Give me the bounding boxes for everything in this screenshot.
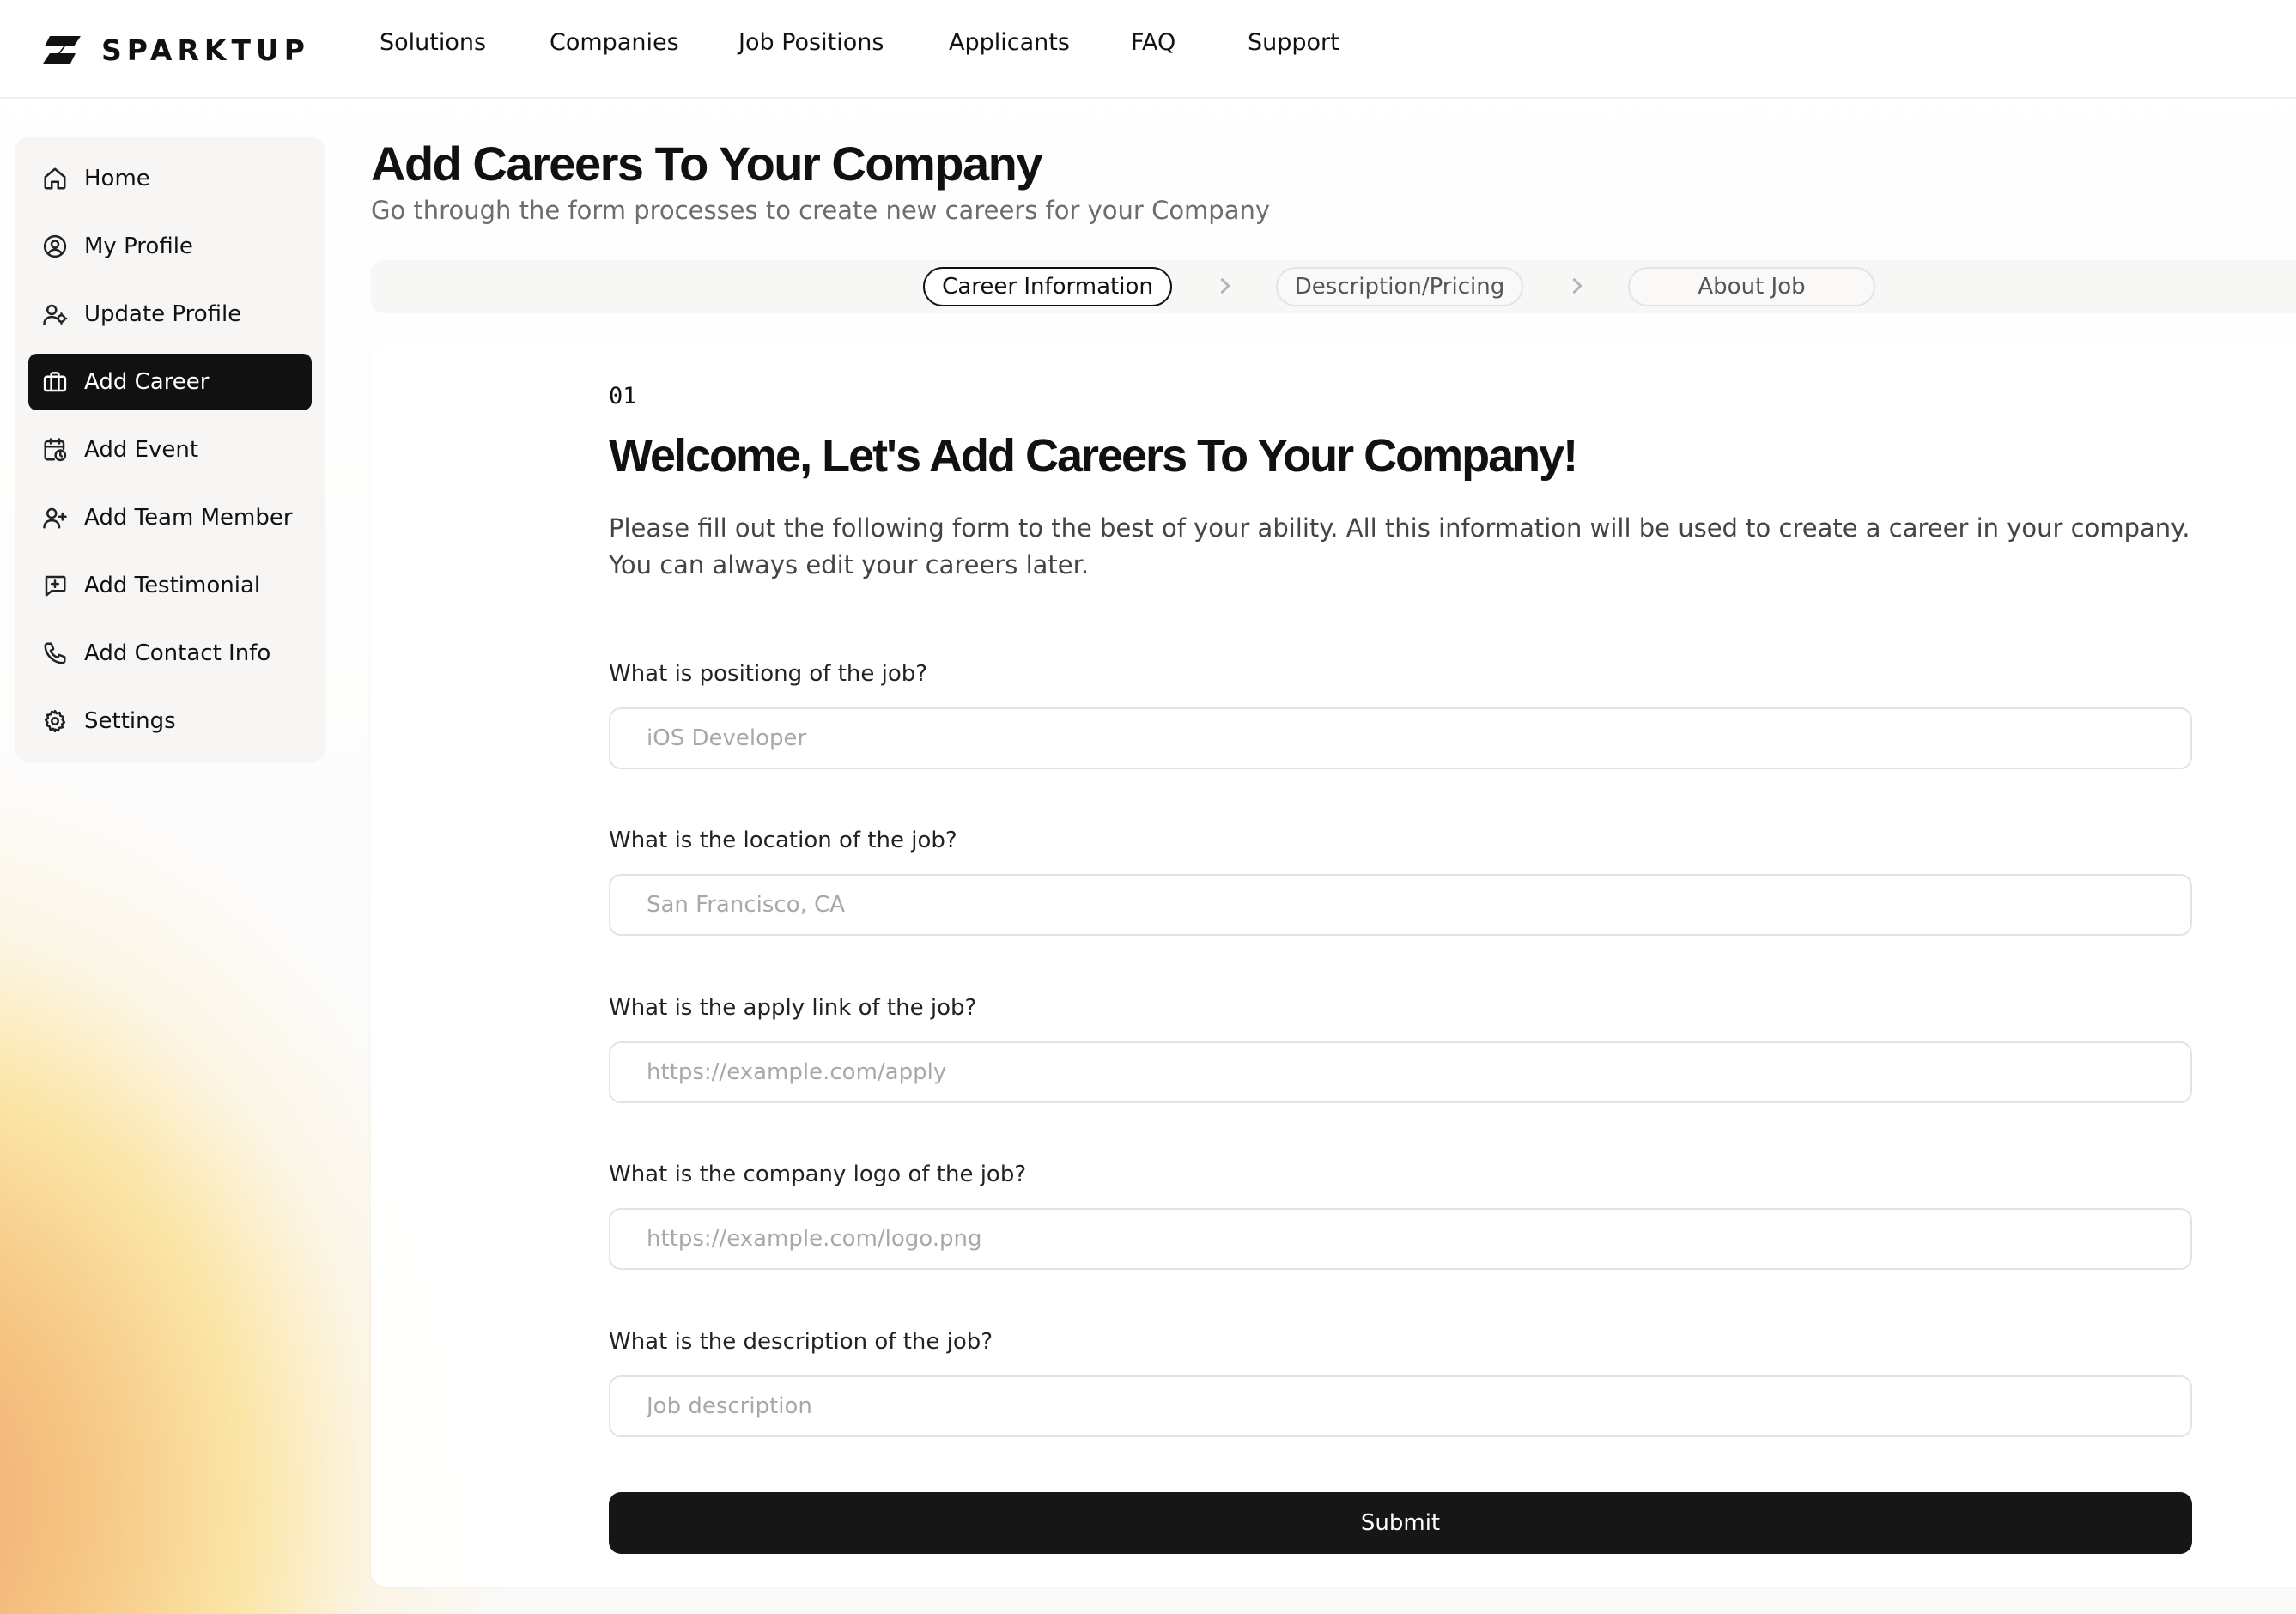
- sidebar-item-add-contact-info[interactable]: Add Contact Info: [28, 625, 312, 682]
- sidebar-item-label: Add Team Member: [84, 505, 293, 531]
- step-number: 01: [609, 383, 637, 410]
- nav-link-support[interactable]: Support: [1248, 29, 1339, 56]
- phone-icon: [41, 640, 69, 667]
- position-field[interactable]: [609, 707, 2192, 769]
- step-career-information[interactable]: Career Information: [923, 267, 1172, 306]
- position-field-label: What is positiong of the job?: [609, 661, 928, 687]
- nav-link-companies[interactable]: Companies: [550, 29, 679, 56]
- step-description-pricing[interactable]: Description/Pricing: [1276, 267, 1523, 306]
- company-logo-field[interactable]: [609, 1208, 2192, 1270]
- sidebar-item-add-career[interactable]: Add Career: [28, 354, 312, 410]
- form-intro: Please fill out the following form to th…: [609, 513, 2190, 579]
- user-edit-icon: [41, 300, 69, 328]
- briefcase-icon: [41, 368, 69, 396]
- sidebar: Home My Profile Update Profile Add Caree…: [15, 137, 325, 763]
- nav-link-job-positions[interactable]: Job Positions: [738, 29, 884, 56]
- location-field[interactable]: [609, 874, 2192, 936]
- sidebar-item-label: Home: [84, 166, 150, 191]
- sidebar-item-label: Settings: [84, 708, 176, 734]
- sidebar-item-add-team-member[interactable]: Add Team Member: [28, 489, 312, 546]
- sidebar-item-update-profile[interactable]: Update Profile: [28, 286, 312, 343]
- sidebar-item-home[interactable]: Home: [28, 150, 312, 207]
- nav-link-faq[interactable]: FAQ: [1131, 29, 1175, 56]
- form-stepper: Career Information Description/Pricing A…: [371, 260, 2296, 313]
- sparktup-logo-icon: [43, 36, 81, 64]
- sidebar-item-add-testimonial[interactable]: Add Testimonial: [28, 557, 312, 614]
- sidebar-item-label: Add Career: [84, 369, 210, 395]
- form-heading: Welcome, Let's Add Careers To Your Compa…: [609, 430, 1578, 482]
- top-navbar: SPARKTUP Solutions Companies Job Positio…: [0, 0, 2296, 99]
- sidebar-item-label: Add Event: [84, 437, 199, 463]
- step-about-job[interactable]: About Job: [1628, 267, 1875, 306]
- sidebar-item-my-profile[interactable]: My Profile: [28, 218, 312, 275]
- sidebar-item-label: Add Contact Info: [84, 640, 271, 666]
- chevron-right-icon: [1212, 274, 1236, 298]
- brand-name: SPARKTUP: [101, 33, 310, 67]
- sidebar-item-label: Update Profile: [84, 301, 242, 327]
- nav-link-applicants[interactable]: Applicants: [949, 29, 1070, 56]
- user-circle-icon: [41, 233, 69, 260]
- apply-link-field[interactable]: [609, 1041, 2192, 1103]
- page-subtitle: Go through the form processes to create …: [371, 196, 1271, 225]
- chevron-right-icon: [1564, 274, 1588, 298]
- user-plus-icon: [41, 504, 69, 531]
- submit-button[interactable]: Submit: [609, 1492, 2192, 1554]
- sidebar-item-settings[interactable]: Settings: [28, 693, 312, 749]
- page-title: Add Careers To Your Company: [371, 137, 1043, 191]
- description-field[interactable]: [609, 1375, 2192, 1437]
- sidebar-item-label: Add Testimonial: [84, 573, 261, 598]
- message-plus-icon: [41, 572, 69, 599]
- nav-link-solutions[interactable]: Solutions: [380, 29, 486, 56]
- sidebar-item-label: My Profile: [84, 234, 193, 259]
- location-field-label: What is the location of the job?: [609, 828, 957, 853]
- sidebar-item-add-event[interactable]: Add Event: [28, 422, 312, 478]
- company-logo-field-label: What is the company logo of the job?: [609, 1162, 1027, 1187]
- home-icon: [41, 165, 69, 192]
- apply-link-field-label: What is the apply link of the job?: [609, 995, 977, 1021]
- gear-icon: [41, 707, 69, 735]
- brand-logo[interactable]: SPARKTUP: [41, 33, 310, 67]
- description-field-label: What is the description of the job?: [609, 1329, 993, 1355]
- calendar-clock-icon: [41, 436, 69, 464]
